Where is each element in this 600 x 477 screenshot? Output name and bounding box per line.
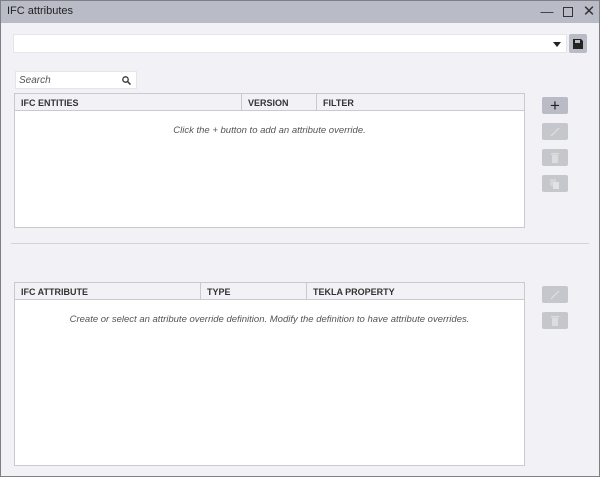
save-icon [573, 38, 583, 49]
ifc-attributes-window: IFC attributes — ✕ Search IFC ENTITIES V… [0, 0, 600, 477]
delete-button[interactable] [542, 149, 568, 166]
empty-message: Click the + button to add an attribute o… [173, 125, 366, 136]
minimize-button[interactable]: — [538, 3, 556, 21]
trash-icon [551, 152, 559, 163]
section-divider [11, 243, 589, 244]
save-button[interactable] [569, 34, 587, 53]
empty-message: Create or select an attribute override d… [69, 314, 470, 325]
ifc-entities-table: IFC ENTITIES VERSION FILTER Click the + … [14, 93, 525, 228]
column-filter[interactable]: FILTER [317, 94, 360, 110]
window-title: IFC attributes [7, 5, 74, 17]
pencil-icon [550, 290, 560, 299]
title-bar: IFC attributes — ✕ [1, 1, 599, 23]
search-placeholder: Search [19, 75, 51, 86]
column-tekla-property[interactable]: TEKLA PROPERTY [307, 283, 401, 299]
maximize-button[interactable] [559, 3, 577, 21]
table-header: IFC ENTITIES VERSION FILTER [15, 94, 524, 111]
column-ifc-entities[interactable]: IFC ENTITIES [15, 94, 242, 110]
close-button[interactable]: ✕ [580, 3, 598, 21]
plus-icon: + [550, 96, 560, 115]
table-header: IFC ATTRIBUTE TYPE TEKLA PROPERTY [15, 283, 524, 300]
column-type[interactable]: TYPE [201, 283, 307, 299]
copy-icon [550, 178, 559, 189]
edit-attribute-button[interactable] [542, 286, 568, 303]
definition-dropdown[interactable] [13, 34, 567, 53]
trash-icon [551, 315, 559, 326]
edit-button[interactable] [542, 123, 568, 140]
copy-button[interactable] [542, 175, 568, 192]
chevron-down-icon [553, 42, 561, 47]
search-input[interactable]: Search [15, 71, 137, 89]
column-version[interactable]: VERSION [242, 94, 317, 110]
pencil-icon [550, 127, 560, 136]
column-ifc-attribute[interactable]: IFC ATTRIBUTE [15, 283, 201, 299]
search-icon [122, 76, 131, 85]
delete-attribute-button[interactable] [542, 312, 568, 329]
ifc-attributes-table: IFC ATTRIBUTE TYPE TEKLA PROPERTY Create… [14, 282, 525, 466]
add-button[interactable]: + [542, 97, 568, 114]
